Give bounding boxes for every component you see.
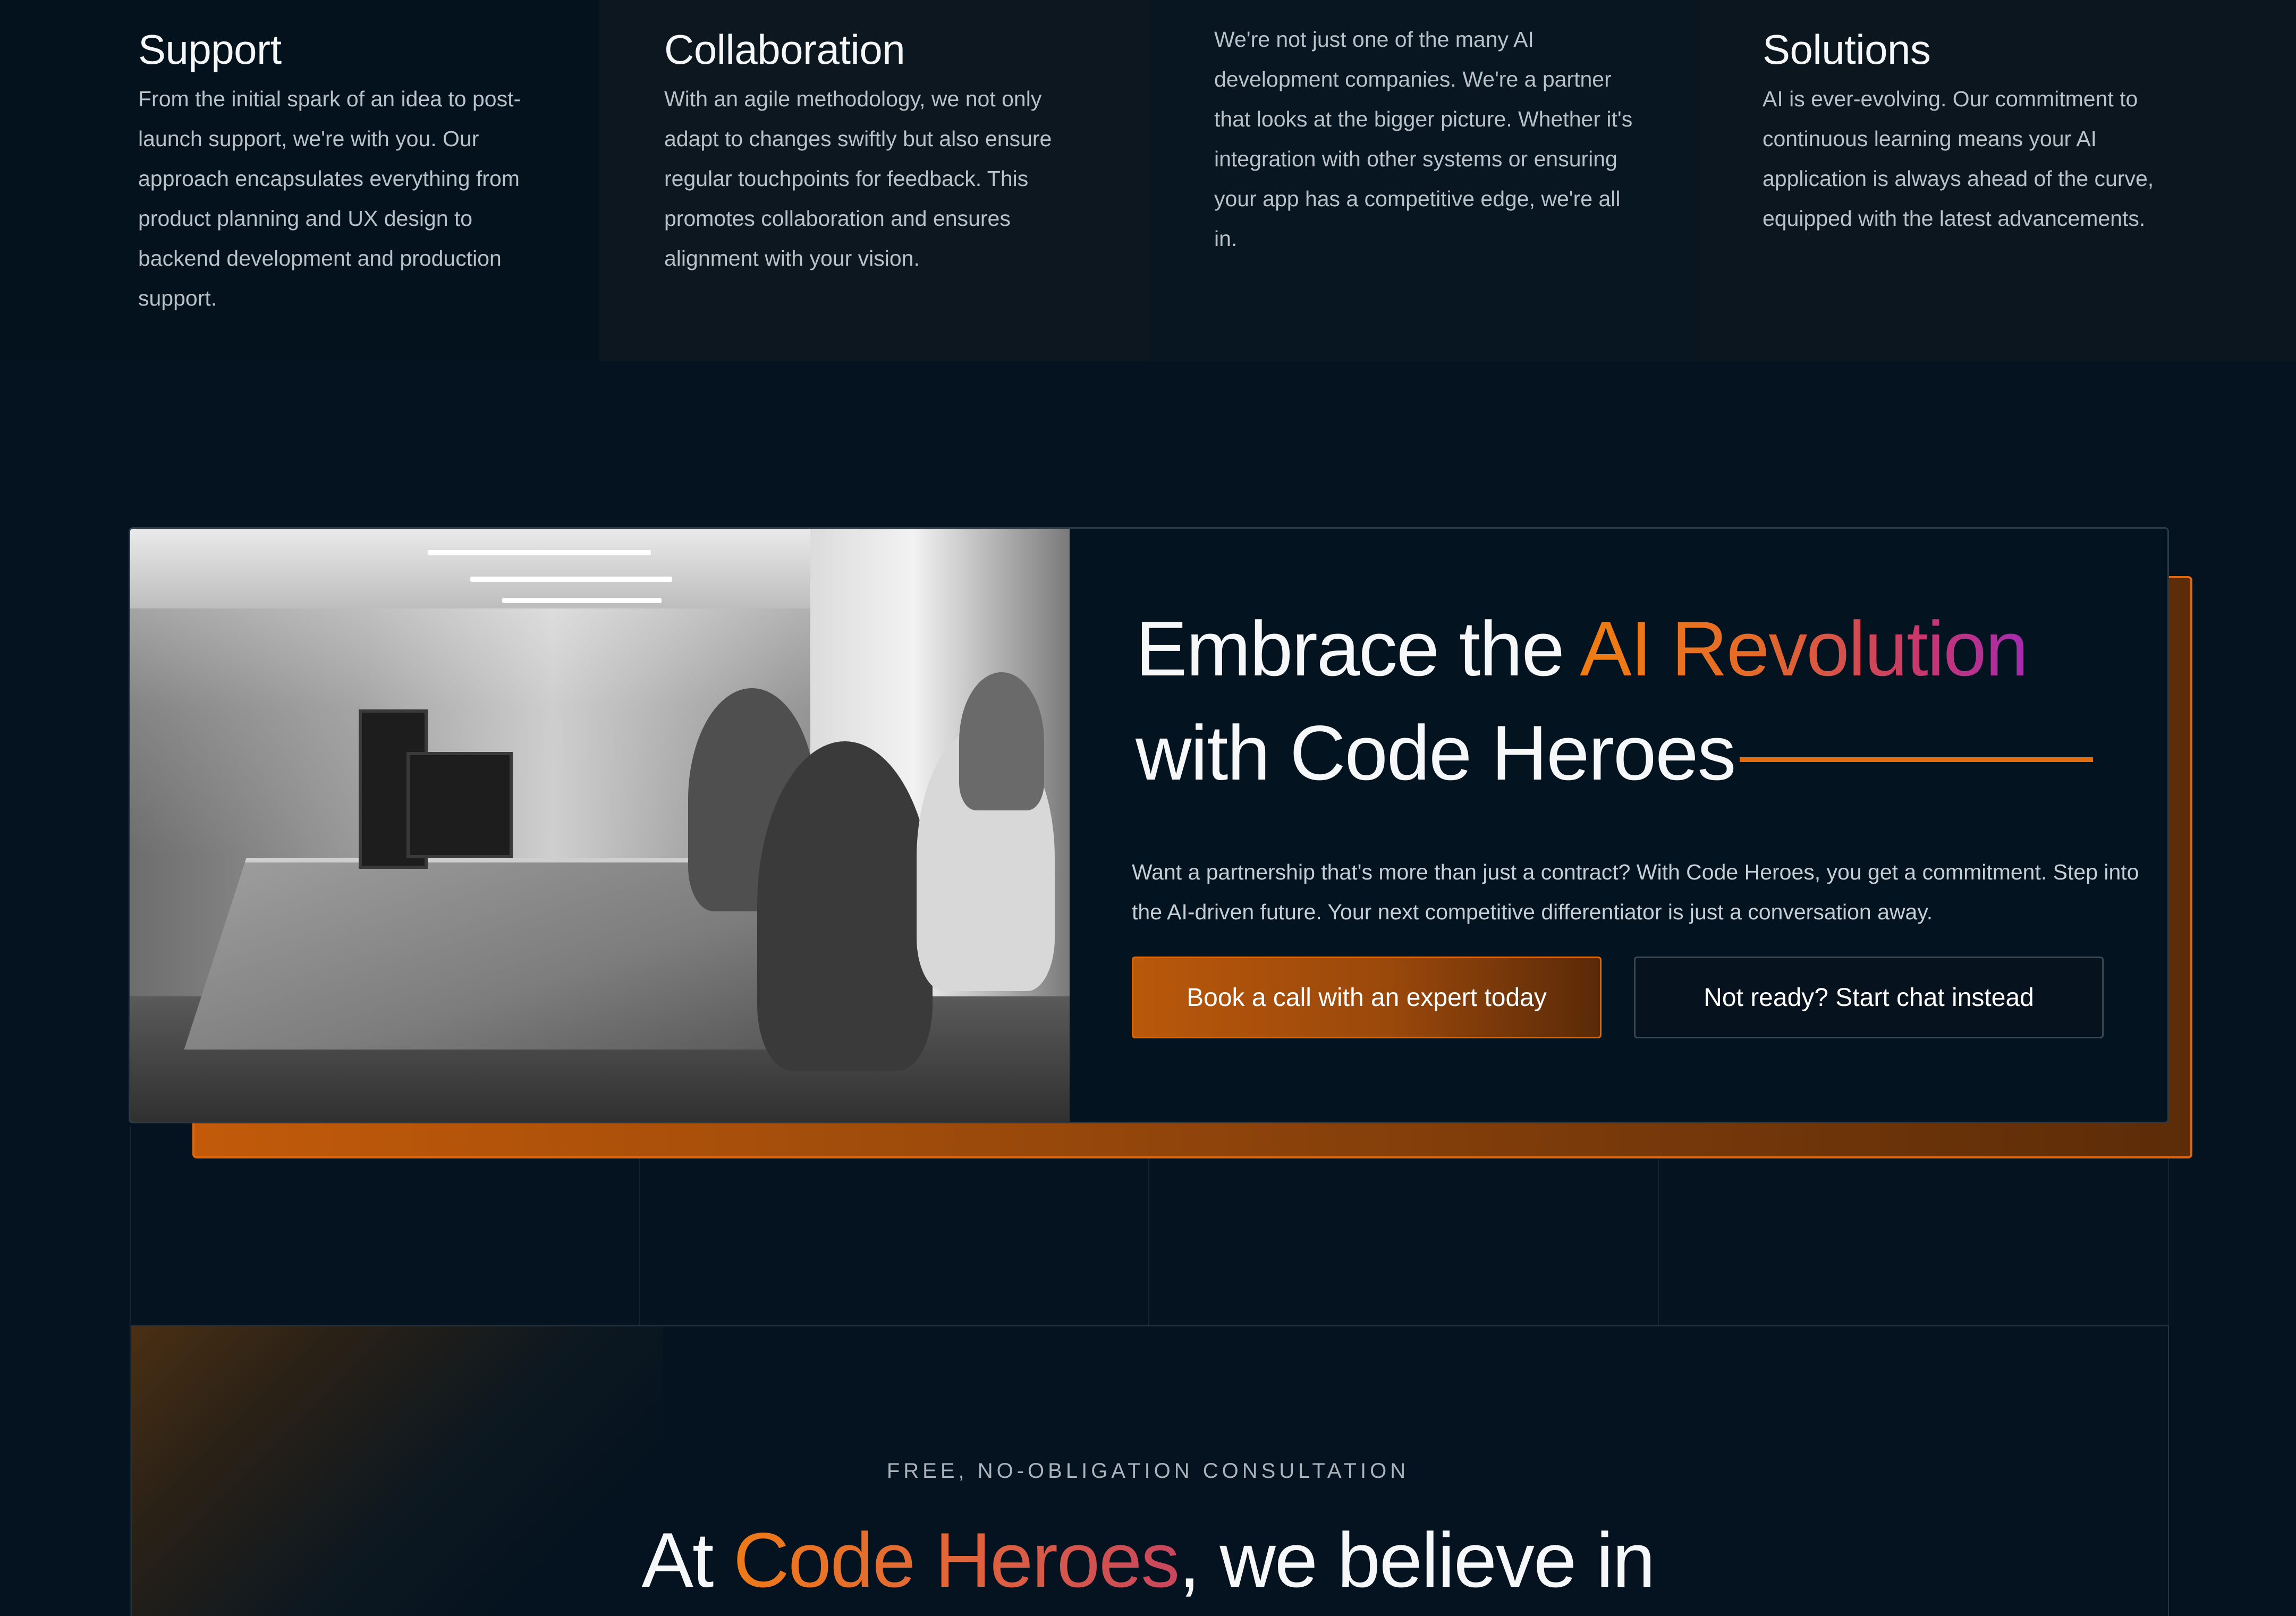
- consultation-heading-highlight: Code Heroes: [733, 1517, 1180, 1603]
- start-chat-button[interactable]: Not ready? Start chat instead: [1634, 957, 2104, 1038]
- consultation-heading: At Code Heroes, we believe in: [0, 1508, 2296, 1612]
- page: Support From the initial spark of an ide…: [0, 0, 2296, 1616]
- photo-person: [757, 741, 933, 1071]
- team-photo: [130, 529, 1070, 1122]
- cta-heading: Embrace the AI Revolution with Code Hero…: [1136, 597, 2029, 805]
- feature-text: With an agile methodology, we not only a…: [664, 87, 1052, 270]
- cta-heading-highlight: AI Revolution: [1580, 605, 2028, 692]
- photo-light: [470, 577, 672, 582]
- cta-description: Want a partnership that's more than just…: [1132, 860, 2139, 924]
- cta-heading-part2: with Code Heroes: [1136, 709, 1736, 796]
- feature-card-partnership: We're not just one of the many AI develo…: [1149, 0, 1698, 361]
- feature-title: Solutions: [1763, 26, 1931, 73]
- photo-light: [502, 598, 662, 603]
- photo-monitor: [406, 752, 513, 858]
- cta-heading-part1: Embrace the: [1136, 605, 1580, 692]
- feature-card-support: Support From the initial spark of an ide…: [0, 0, 599, 361]
- feature-text: We're not just one of the many AI develo…: [1214, 27, 1633, 251]
- heading-accent-line: [1740, 757, 2093, 762]
- features-section: Support From the initial spark of an ide…: [0, 0, 2296, 361]
- book-call-button[interactable]: Book a call with an expert today: [1132, 957, 1602, 1038]
- consultation-heading-prefix: At: [641, 1517, 734, 1603]
- photo-person: [959, 672, 1044, 810]
- consultation-heading-suffix: , we believe in: [1179, 1517, 1655, 1603]
- feature-title: Support: [138, 26, 282, 73]
- photo-light: [428, 550, 651, 555]
- feature-card-collaboration: Collaboration With an agile methodology,…: [599, 0, 1149, 361]
- feature-text: From the initial spark of an idea to pos…: [138, 87, 521, 310]
- consultation-eyebrow: FREE, NO-OBLIGATION CONSULTATION: [886, 1459, 1410, 1483]
- feature-text: AI is ever-evolving. Our commitment to c…: [1763, 87, 2154, 231]
- feature-card-solutions: Solutions AI is ever-evolving. Our commi…: [1698, 0, 2296, 361]
- feature-title: Collaboration: [664, 26, 905, 73]
